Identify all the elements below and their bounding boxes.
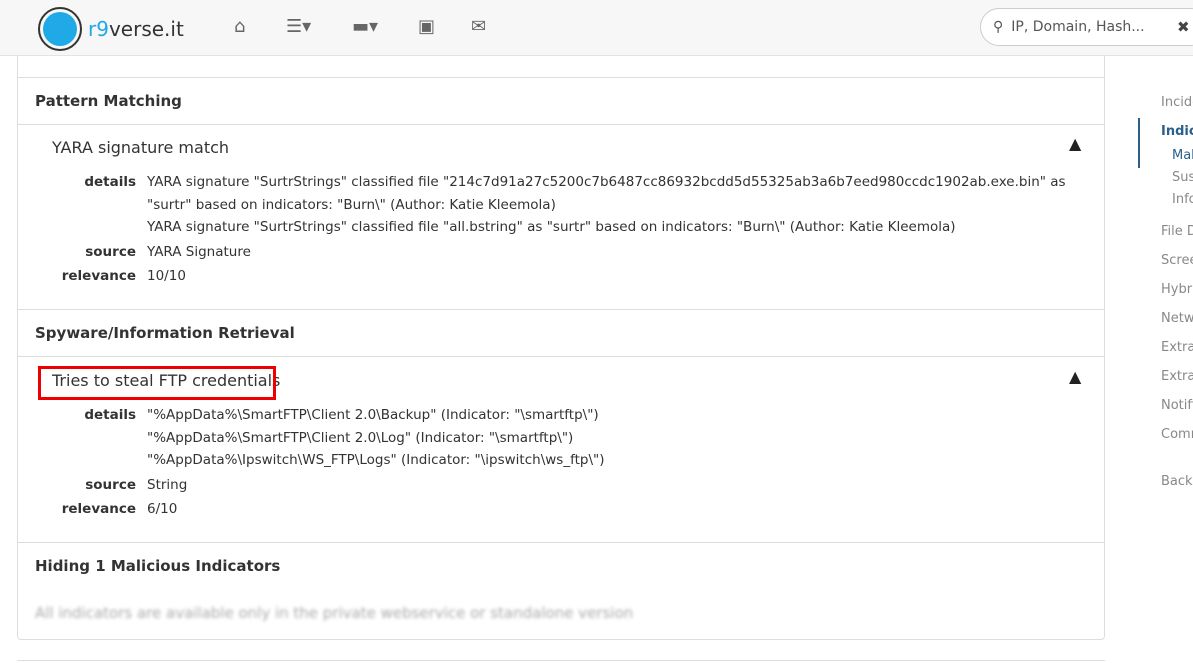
indicator-details: details "%AppData%\SmartFTP\Client 2.0\Ba… — [61, 407, 605, 517]
toc-item[interactable]: Notifi — [1161, 398, 1193, 427]
toc-item[interactable]: Sus — [1161, 170, 1193, 192]
clear-search-icon[interactable]: ✖ — [1177, 18, 1190, 36]
toc-item[interactable]: Comm — [1161, 427, 1193, 474]
section-header: Spyware/Information Retrieval — [18, 309, 1104, 357]
toc-item[interactable]: Extra — [1161, 369, 1193, 398]
section-header: Hiding 1 Malicious Indicators — [18, 542, 1104, 590]
folder-icon[interactable]: ▬▾ — [352, 16, 378, 37]
toc-item[interactable]: Mal — [1161, 148, 1193, 170]
divider — [17, 660, 1105, 661]
logo-icon — [38, 7, 82, 51]
brand-name: r9verse.it — [88, 17, 184, 41]
logo[interactable]: r9verse.it — [38, 7, 184, 51]
indicator-details: details YARA signature "SurtrStrings" cla… — [61, 174, 1066, 284]
toc-item[interactable]: Extra — [1161, 340, 1193, 369]
toc-item[interactable]: Scree — [1161, 253, 1193, 282]
indicator-title[interactable]: YARA signature match — [52, 138, 229, 157]
toc-active-bar — [1138, 118, 1140, 168]
chevron-up-icon[interactable]: ▲ — [1069, 134, 1081, 153]
blurred-note: All indicators are available only in the… — [35, 604, 634, 622]
toc-item[interactable]: Back t — [1161, 474, 1193, 503]
envelope-icon[interactable]: ✉ — [471, 16, 486, 37]
navbar: r9verse.it ⌂ ☰▾ ▬▾ ▣ ✉ ⚲ IP, Domain, Has… — [0, 0, 1193, 56]
toc-item[interactable]: Hybri — [1161, 282, 1193, 311]
table-of-contents: Incide Indica Mal Sus Info File D Scree … — [1161, 95, 1193, 503]
home-icon[interactable]: ⌂ — [234, 16, 245, 37]
chevron-up-icon[interactable]: ▲ — [1069, 367, 1081, 386]
highlight-box — [38, 366, 276, 400]
toc-item[interactable]: Indica — [1161, 124, 1193, 148]
list-icon[interactable]: ☰▾ — [286, 16, 311, 37]
section-header: Pattern Matching — [18, 77, 1104, 125]
contact-card-icon[interactable]: ▣ — [418, 16, 435, 37]
search-icon: ⚲ — [993, 19, 1004, 35]
toc-item[interactable]: Incide — [1161, 95, 1193, 124]
toc-item[interactable]: File D — [1161, 224, 1193, 253]
toc-item[interactable]: Netw — [1161, 311, 1193, 340]
toc-item[interactable]: Info — [1161, 192, 1193, 224]
search-input[interactable]: ⚲ IP, Domain, Hash... ✖ — [980, 8, 1193, 46]
indicators-panel: Pattern Matching YARA signature match ▲ … — [17, 56, 1105, 640]
